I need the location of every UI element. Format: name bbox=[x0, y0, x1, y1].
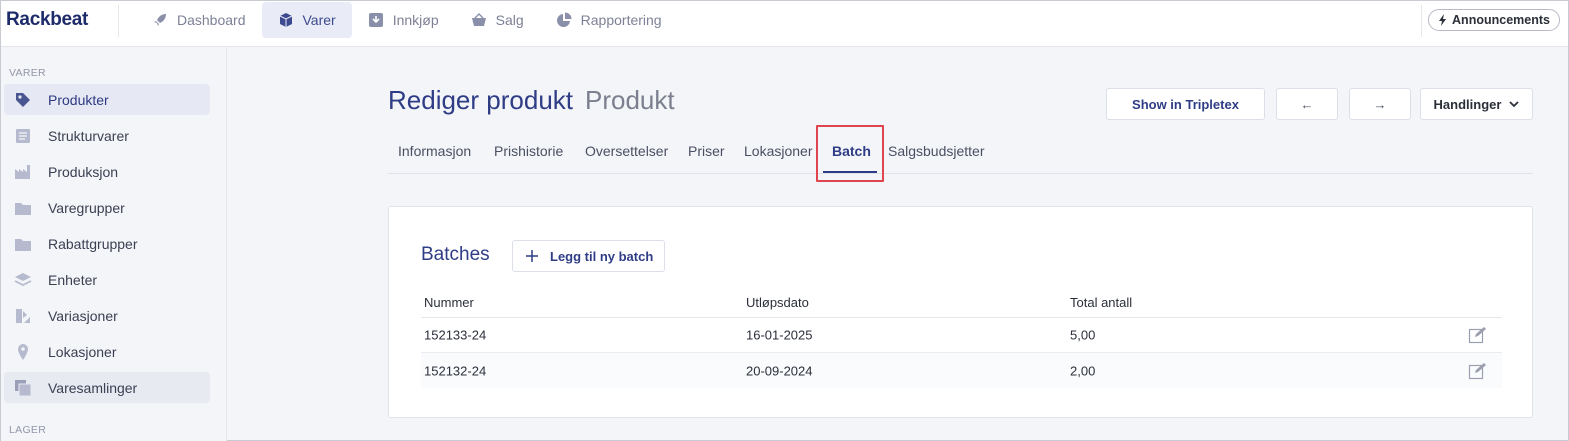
tab-informasjon[interactable]: Informasjon bbox=[398, 143, 471, 159]
chevron-down-icon bbox=[1509, 100, 1520, 107]
download-icon bbox=[368, 13, 383, 27]
cell-utlopsdato: 20-09-2024 bbox=[746, 363, 813, 378]
main-nav: Dashboard Varer Innkjøp Salg Rapporterin… bbox=[136, 2, 678, 38]
nav-label: Salg bbox=[495, 12, 524, 28]
sidebar-item-label: Produkter bbox=[48, 91, 109, 108]
sidebar-item-variasjoner[interactable]: Variasjoner bbox=[4, 300, 210, 331]
edit-icon[interactable] bbox=[1468, 362, 1486, 380]
sidebar-item-varesamlinger[interactable]: Varesamlinger bbox=[4, 372, 210, 403]
cell-nummer: 152133-24 bbox=[424, 327, 487, 343]
button-label: Show in Tripletex bbox=[1132, 96, 1239, 112]
sidebar-item-rabattgrupper[interactable]: Rabattgrupper bbox=[4, 228, 210, 259]
tab-priser[interactable]: Priser bbox=[688, 143, 725, 159]
sidebar-item-label: Lokasjoner bbox=[48, 343, 117, 360]
sidebar-item-label: Strukturvarer bbox=[48, 127, 129, 144]
layers-icon bbox=[14, 272, 32, 286]
table-header: Nummer Utløpsdato Total antall bbox=[421, 291, 1502, 318]
next-button[interactable]: → bbox=[1349, 88, 1411, 120]
sidebar-item-varegrupper[interactable]: Varegrupper bbox=[4, 192, 210, 223]
show-in-tripletex-button[interactable]: Show in Tripletex bbox=[1106, 88, 1265, 120]
add-batch-label: Legg til ny batch bbox=[550, 248, 654, 264]
nav-label: Rapportering bbox=[580, 12, 662, 28]
nav-innkjop[interactable]: Innkjøp bbox=[352, 2, 455, 38]
folder-icon bbox=[15, 202, 31, 215]
sidebar: VARER Produkter Strukturvarer Produksjon… bbox=[1, 47, 227, 441]
nav-label: Varer bbox=[302, 12, 336, 28]
tab-prishistorie[interactable]: Prishistorie bbox=[494, 143, 563, 159]
previous-button[interactable]: ← bbox=[1276, 88, 1338, 120]
pie-chart-icon bbox=[556, 12, 572, 27]
lightning-icon bbox=[1439, 14, 1447, 26]
nav-varer[interactable]: Varer bbox=[261, 2, 352, 38]
tab-bar: Informasjon Prishistorie Oversettelser P… bbox=[388, 131, 1533, 174]
box-icon bbox=[279, 13, 292, 27]
edit-icon[interactable] bbox=[1468, 326, 1486, 344]
page-subtitle: Produkt bbox=[585, 85, 675, 115]
actions-dropdown[interactable]: Handlinger bbox=[1420, 88, 1533, 120]
cell-nummer: 152132-24 bbox=[424, 363, 487, 378]
sidebar-item-lokasjoner[interactable]: Lokasjoner bbox=[4, 336, 210, 367]
folder-icon bbox=[15, 238, 31, 251]
sidebar-item-produkter[interactable]: Produkter bbox=[4, 84, 210, 115]
sidebar-item-label: Varesamlinger bbox=[48, 379, 138, 396]
rocket-icon bbox=[154, 14, 166, 26]
basket-icon bbox=[471, 13, 486, 26]
app-logo[interactable]: Rackbeat bbox=[6, 9, 88, 31]
top-bar: Rackbeat Dashboard Varer Innkjøp Salg Ra… bbox=[1, 1, 1568, 47]
page-title-text: Rediger produkt bbox=[388, 85, 573, 115]
batches-card: Batches Legg til ny batch Nummer Utløpsd… bbox=[388, 206, 1533, 418]
sidebar-item-label: Variasjoner bbox=[48, 307, 118, 324]
page-title: Rediger produkt Produkt bbox=[388, 85, 675, 116]
arrow-right-icon: → bbox=[1373, 96, 1387, 112]
factory-icon bbox=[15, 164, 30, 179]
tab-lokasjoner[interactable]: Lokasjoner bbox=[744, 143, 813, 159]
actions-label: Handlinger bbox=[1433, 96, 1502, 112]
divider bbox=[118, 5, 119, 37]
divider bbox=[1421, 5, 1422, 37]
sidebar-item-produksjon[interactable]: Produksjon bbox=[4, 156, 210, 187]
arrow-left-icon: ← bbox=[1300, 96, 1314, 112]
cell-total-antall: 5,00 bbox=[1070, 327, 1096, 343]
collection-icon bbox=[15, 379, 32, 396]
plus-icon bbox=[526, 250, 538, 262]
list-doc-icon bbox=[16, 128, 30, 143]
tag-icon bbox=[16, 92, 30, 107]
column-header-total-antall[interactable]: Total antall bbox=[1070, 295, 1132, 310]
table-row[interactable]: 152133-24 16-01-2025 5,00 bbox=[421, 318, 1502, 353]
nav-rapportering[interactable]: Rapportering bbox=[540, 2, 678, 38]
batches-title: Batches bbox=[421, 244, 490, 265]
nav-salg[interactable]: Salg bbox=[455, 2, 540, 38]
sidebar-section-heading: VARER bbox=[9, 67, 46, 79]
tab-oversettelser[interactable]: Oversettelser bbox=[585, 143, 668, 159]
nav-label: Innkjøp bbox=[392, 12, 439, 28]
nav-label: Dashboard bbox=[177, 12, 246, 28]
table-row[interactable]: 152132-24 20-09-2024 2,00 bbox=[421, 353, 1502, 388]
nav-dashboard[interactable]: Dashboard bbox=[136, 2, 262, 38]
tab-salgsbudsjetter[interactable]: Salgsbudsjetter bbox=[888, 143, 985, 159]
sidebar-item-enheter[interactable]: Enheter bbox=[4, 264, 210, 295]
highlight-box bbox=[816, 125, 884, 182]
column-header-nummer[interactable]: Nummer bbox=[424, 295, 474, 310]
variants-icon bbox=[16, 308, 30, 323]
sidebar-item-label: Enheter bbox=[48, 271, 98, 288]
announcements-label: Announcements bbox=[1452, 13, 1550, 27]
sidebar-item-label: Produksjon bbox=[48, 163, 119, 180]
column-header-utlopsdato[interactable]: Utløpsdato bbox=[746, 295, 809, 310]
cell-utlopsdato: 16-01-2025 bbox=[746, 327, 813, 343]
sidebar-item-strukturvarer[interactable]: Strukturvarer bbox=[4, 120, 210, 151]
add-batch-button[interactable]: Legg til ny batch bbox=[512, 240, 665, 272]
batches-table: Nummer Utløpsdato Total antall 152133-24… bbox=[421, 291, 1502, 388]
pin-icon bbox=[18, 343, 28, 360]
cell-total-antall: 2,00 bbox=[1070, 363, 1096, 378]
sidebar-item-label: Varegrupper bbox=[48, 199, 125, 216]
sidebar-item-label: Rabattgrupper bbox=[48, 235, 138, 252]
sidebar-section-heading: LAGER bbox=[9, 424, 47, 436]
announcements-button[interactable]: Announcements bbox=[1428, 9, 1560, 31]
